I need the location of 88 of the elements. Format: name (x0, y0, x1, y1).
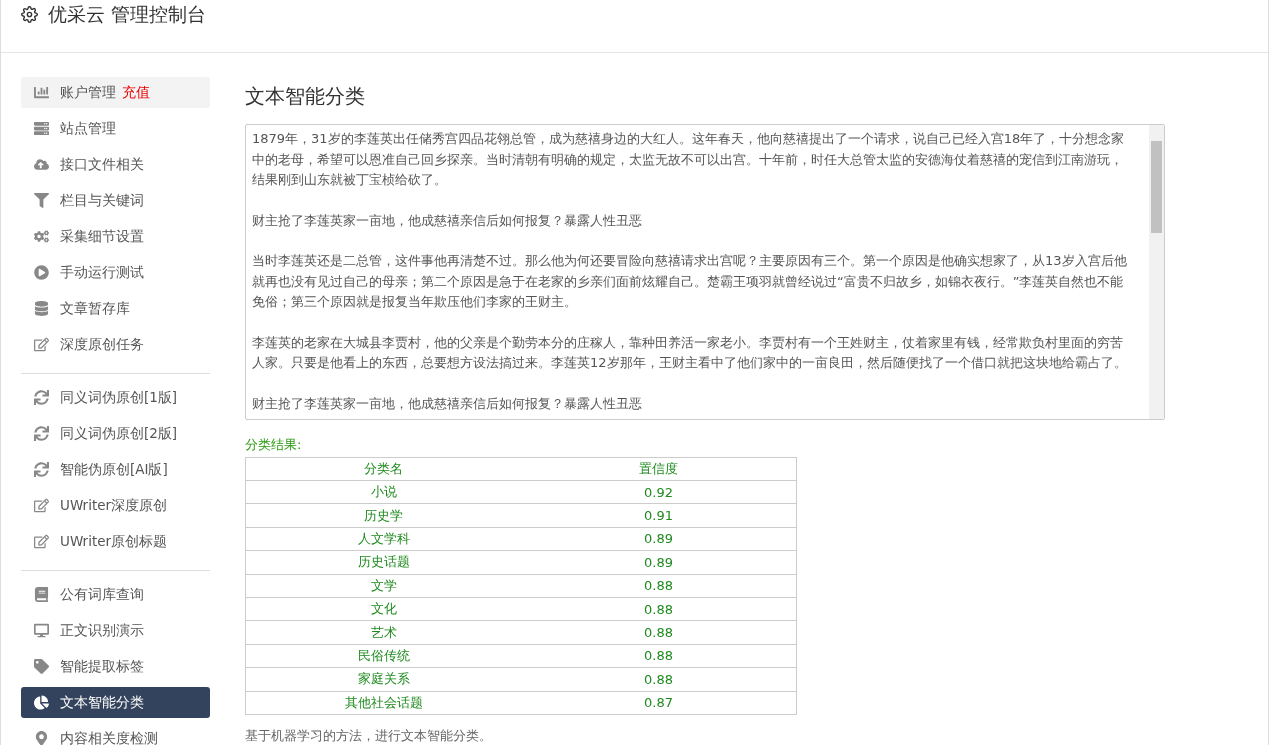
table-cell: 0.91 (521, 503, 797, 528)
tag-icon (32, 659, 50, 674)
table-cell: 历史学 (245, 503, 521, 528)
sidebar-label: 深度原创任务 (60, 335, 144, 354)
column-header: 置信度 (521, 457, 797, 481)
sidebar-label: UWriter原创标题 (60, 532, 168, 551)
sidebar-item[interactable]: 深度原创任务 (21, 329, 210, 360)
table-cell: 家庭关系 (245, 667, 521, 691)
table-cell: 0.92 (521, 480, 797, 504)
sidebar-label: 公有词库查询 (60, 585, 144, 604)
sidebar-item[interactable]: 手动运行测试 (21, 257, 210, 288)
sidebar-label: 同义词伪原创[2版] (60, 424, 178, 443)
description-text: 基于机器学习的方法，进行文本智能分类。 (245, 726, 493, 745)
play-icon (32, 265, 50, 280)
text-input-field[interactable] (245, 124, 1165, 420)
sidebar-item[interactable]: 接口文件相关 (21, 149, 210, 180)
scrollbar[interactable] (1149, 125, 1164, 419)
sidebar-item[interactable]: 账户管理 充值 (21, 77, 210, 108)
sidebar-item[interactable]: 采集细节设置 (21, 221, 210, 252)
edit-icon (32, 534, 50, 549)
sidebar-item[interactable]: UWriter深度原创 (21, 490, 210, 521)
sidebar-item[interactable]: 文本智能分类 (21, 687, 210, 718)
paragraph: 财主抢了李莲英家一亩地，他成慈禧亲信后如何报复？暴露人性丑恶 (252, 211, 643, 230)
filter-icon (32, 193, 50, 208)
table-cell: 艺术 (245, 620, 521, 645)
sidebar-item[interactable]: 公有词库查询 (21, 579, 210, 610)
settings-icon (21, 6, 38, 23)
sidebar-label: UWriter深度原创 (60, 496, 168, 515)
sidebar-label: 账户管理 (60, 83, 116, 102)
sidebar-item[interactable]: 文章暂存库 (21, 293, 210, 324)
pie-chart-icon (32, 695, 50, 710)
sidebar-label: 采集细节设置 (60, 227, 144, 246)
table-cell: 其他社会话题 (245, 691, 521, 715)
refresh-icon (32, 426, 50, 441)
bar-chart-icon (32, 85, 50, 100)
sidebar-item[interactable]: 智能提取标签 (21, 651, 210, 682)
sidebar-label: 接口文件相关 (60, 155, 144, 174)
sidebar-item[interactable]: 智能伪原创[AI版] (21, 454, 210, 485)
sidebar-label: 手动运行测试 (60, 263, 144, 282)
sidebar-label: 正文识别演示 (60, 621, 144, 640)
table-cell: 0.89 (521, 527, 797, 551)
sidebar-label: 智能伪原创[AI版] (60, 460, 168, 479)
recharge-badge[interactable]: 充值 (122, 83, 150, 102)
sidebar-label: 内容相关度检测 (60, 729, 158, 745)
table-cell: 小说 (245, 480, 521, 504)
sidebar-label: 文章暂存库 (60, 299, 130, 318)
paragraph: 财主抢了李莲英家一亩地，他成慈禧亲信后如何报复？暴露人性丑恶 (252, 394, 643, 413)
paragraph: 1879年，31岁的李莲英出任储秀宫四品花翎总管，成为慈禧身边的大红人。这年春天，他向慈禧提出了一个请求，说自己已经入宫18年了，十分想念家中的老母，希望可以恩准自己回乡探亲。当时清朝有明确的规定，太监无故不可以出宫。十年前，时任大总管太监的安德海仗着慈禧的宠信到江南游玩，结果刚到山东就被丁宝桢给砍了。 (252, 130, 1126, 189)
table-cell: 0.88 (521, 667, 797, 691)
table-cell: 人文学科 (245, 527, 521, 551)
edit-icon (32, 498, 50, 513)
server-icon (32, 121, 50, 136)
gears-icon (32, 229, 50, 244)
database-icon (32, 301, 50, 316)
table-cell: 文化 (245, 597, 521, 621)
book-icon (32, 587, 50, 602)
monitor-icon (32, 623, 50, 638)
sidebar-item[interactable]: 同义词伪原创[1版] (21, 382, 210, 413)
sidebar-label: 同义词伪原创[1版] (60, 388, 178, 407)
table-cell: 0.88 (521, 597, 797, 621)
console-title: 优采云 管理控制台 (48, 2, 207, 27)
sidebar-item[interactable]: 栏目与关键词 (21, 185, 210, 216)
page-title: 文本智能分类 (245, 83, 366, 110)
sidebar-label: 站点管理 (60, 119, 116, 138)
table-cell: 民俗传统 (245, 644, 521, 668)
table-cell: 文学 (245, 574, 521, 598)
sidebar-item[interactable]: 内容相关度检测 (21, 723, 210, 745)
table-cell: 历史话题 (245, 550, 521, 575)
table-cell: 0.89 (521, 550, 797, 575)
table-cell: 0.88 (521, 620, 797, 645)
sidebar-label: 文本智能分类 (60, 693, 144, 712)
result-label: 分类结果: (245, 436, 303, 454)
sidebar-item[interactable]: 正文识别演示 (21, 615, 210, 646)
sidebar-item[interactable]: 站点管理 (21, 113, 210, 144)
cloud-upload-icon (32, 157, 50, 172)
column-header: 分类名 (245, 457, 521, 481)
sidebar-item[interactable]: 同义词伪原创[2版] (21, 418, 210, 449)
refresh-icon (32, 462, 50, 477)
paragraph: 李莲英的老家在大城县李贾村，他的父亲是个勤劳本分的庄稼人，靠种田养活一家老小。李贾村有一个王姓财主，仗着家里有钱，经常欺负村里面的穷苦人家。只要是他看上的东西，总要想方设法搞过来。李莲英12岁那年，王财主看中了他们家中的一亩良田，然后随便找了一个借口就把这块地给霸占了。 (252, 333, 1128, 372)
paragraph: 当时李莲英还是二总管，这件事他再清楚不过。那么他为何还要冒险向慈禧请求出宫呢？主要原因有三个。第一个原因是他确实想家了，从13岁入宫后他就再也没有见过自己的母亲；第二个原因是急于在老家的乡亲们面前炫耀自己。楚霸王项羽就曾经说过“富贵不归故乡，如锦衣夜行。”李莲英自然也不能免俗；第三个原因就是报复当年欺压他们李家的王财主。 (252, 252, 1128, 311)
sidebar-label: 栏目与关键词 (60, 191, 144, 210)
table-cell: 0.88 (521, 644, 797, 668)
refresh-icon (32, 390, 50, 405)
edit-icon (32, 337, 50, 352)
table-cell: 0.87 (521, 691, 797, 715)
sidebar-item[interactable]: UWriter原创标题 (21, 526, 210, 557)
sidebar-label: 智能提取标签 (60, 657, 144, 676)
table-cell: 0.88 (521, 574, 797, 598)
